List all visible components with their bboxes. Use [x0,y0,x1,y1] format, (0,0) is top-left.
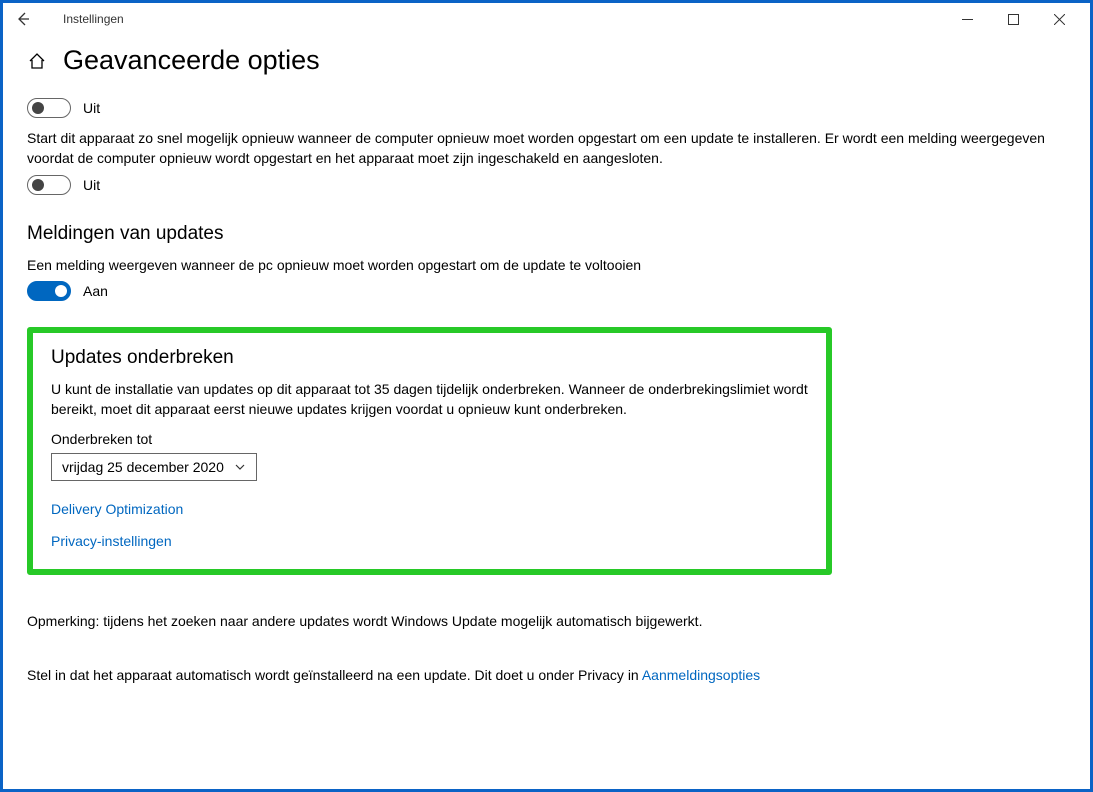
restart-description: Start dit apparaat zo snel mogelijk opni… [27,128,1057,169]
pause-until-value: vrijdag 25 december 2020 [62,459,224,475]
notifications-toggle-label: Aan [83,283,108,299]
notifications-toggle-row: Aan [27,281,1066,301]
page-title: Geavanceerde opties [63,45,320,76]
chevron-down-icon [234,461,246,473]
maximize-button[interactable] [990,3,1036,35]
notifications-heading: Meldingen van updates [27,223,1066,245]
window-controls [944,3,1082,35]
update-note: Opmerking: tijdens het zoeken naar ander… [27,613,1066,629]
maximize-icon [1008,14,1019,25]
app-title: Instellingen [63,12,124,26]
home-button[interactable] [27,51,47,71]
back-button[interactable] [11,7,35,31]
pause-updates-highlight: Updates onderbreken U kunt de installati… [27,327,832,576]
pause-description: U kunt de installatie van updates op dit… [51,379,808,420]
pause-until-dropdown[interactable]: vrijdag 25 december 2020 [51,453,257,481]
titlebar: Instellingen [3,3,1090,35]
home-icon [28,52,46,70]
content-area: Uit Start dit apparaat zo snel mogelijk … [3,98,1090,683]
restart-toggle-row: Uit [27,175,1066,195]
restart-toggle-label: Uit [83,177,100,193]
minimize-icon [962,14,973,25]
arrow-left-icon [15,11,31,27]
pause-until-label: Onderbreken tot [51,431,808,447]
privacy-settings-link[interactable]: Privacy-instellingen [51,533,808,549]
close-icon [1054,14,1065,25]
metered-toggle[interactable] [27,98,71,118]
delivery-optimization-link[interactable]: Delivery Optimization [51,501,808,517]
close-button[interactable] [1036,3,1082,35]
restart-toggle[interactable] [27,175,71,195]
signin-options-link[interactable]: Aanmeldingsopties [642,667,760,683]
minimize-button[interactable] [944,3,990,35]
window-frame: Instellingen Geavanceerde opties Uit Sta… [0,0,1093,792]
notifications-toggle[interactable] [27,281,71,301]
signin-note-text: Stel in dat het apparaat automatisch wor… [27,667,642,683]
metered-toggle-label: Uit [83,100,100,116]
notifications-description: Een melding weergeven wanneer de pc opni… [27,255,1057,275]
header: Geavanceerde opties [3,35,1090,92]
pause-heading: Updates onderbreken [51,347,808,369]
metered-toggle-row: Uit [27,98,1066,118]
signin-note: Stel in dat het apparaat automatisch wor… [27,667,1066,683]
